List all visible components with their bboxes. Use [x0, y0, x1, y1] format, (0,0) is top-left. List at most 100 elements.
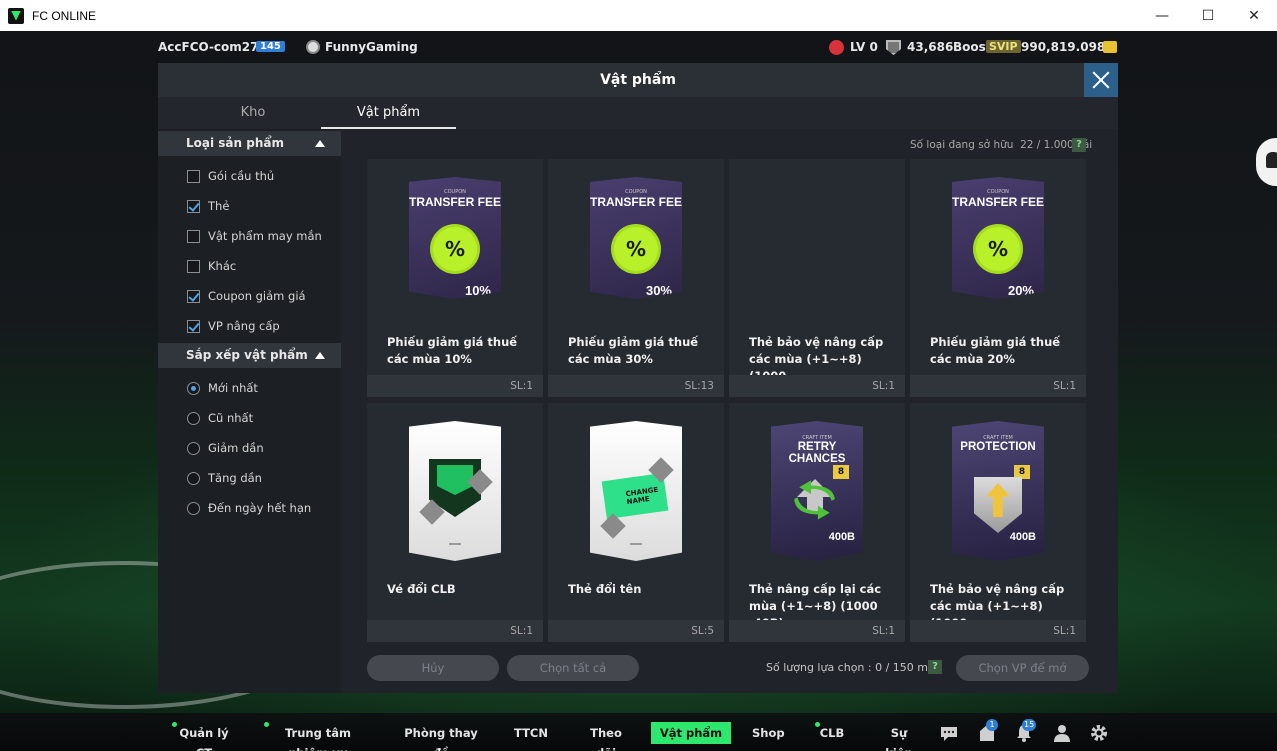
filter-vat-pham-may-man[interactable]: Vật phẩm may mắn — [187, 226, 322, 246]
items-grid: COUPON TRANSFER FEE % 10% Phiếu giảm giá… — [341, 129, 1118, 693]
select-help-icon[interactable]: ? — [928, 660, 942, 674]
checkbox-checked-icon[interactable] — [187, 289, 200, 303]
max-value: 400B — [828, 531, 855, 543]
coupon-percent: 20% — [1007, 283, 1034, 298]
radio-icon[interactable] — [187, 441, 200, 455]
sort-expiry[interactable]: Đến ngày hết hạn — [187, 498, 311, 518]
item-qty: SL:13 — [548, 375, 724, 397]
item-card[interactable]: CRAFT ITEM PROTECTION 8 400B Thẻ bảo vệ … — [910, 403, 1086, 642]
sort-oldest[interactable]: Cũ nhất — [187, 408, 253, 428]
upgrade-level-badge: 8 — [1014, 465, 1030, 479]
window-title: FC ONLINE — [32, 8, 97, 23]
bp-coin-icon — [1103, 41, 1117, 53]
club-emblem-icon — [306, 40, 320, 54]
item-qty: SL:1 — [367, 620, 543, 642]
nav-vat-pham[interactable]: Vật phẩm — [651, 722, 731, 744]
coupon-title: TRANSFER FEE — [409, 195, 502, 209]
open-items-button[interactable]: Chọn VP để mở — [956, 655, 1089, 681]
bottom-nav: Quản lý CT Trung tâm nhiệm vụ Phòng thay… — [0, 713, 1277, 751]
nav-shop[interactable]: Shop — [752, 723, 785, 743]
percent-seal-icon: % — [433, 227, 477, 271]
app-logo-icon — [8, 7, 24, 24]
nav-phong-thay-do[interactable]: Phòng thay đồ — [403, 723, 479, 751]
modal-tabs: Kho Vật phẩm — [158, 97, 1118, 129]
nav-ttcn[interactable]: TTCN — [512, 723, 550, 743]
radio-icon[interactable] — [187, 411, 200, 425]
nav-su-kien[interactable]: Sự kiện — [878, 723, 920, 751]
item-qty: SL:1 — [910, 620, 1086, 642]
rename-card-art: CHANGE NAME — [590, 421, 682, 561]
item-card[interactable]: COUPON TRANSFER FEE % 10% Phiếu giảm giá… — [367, 159, 543, 397]
nav-quan-ly-ct[interactable]: Quản lý CT — [176, 723, 232, 751]
modal-close-button[interactable] — [1084, 63, 1118, 97]
sort-label: Đến ngày hết hạn — [208, 501, 312, 515]
items-modal: Vật phẩm Kho Vật phẩm Loại sản phẩm Gói … — [158, 63, 1118, 693]
profile-icon[interactable] — [1052, 723, 1072, 743]
tab-kho[interactable]: Kho — [203, 97, 303, 129]
svip-badge: SVIP — [986, 40, 1021, 53]
item-card[interactable]: COUPON TRANSFER FEE % 20% Phiếu giảm giá… — [910, 159, 1086, 397]
coupon-title: TRANSFER FEE — [590, 195, 683, 209]
radio-icon[interactable] — [187, 501, 200, 515]
maximize-button[interactable]: ☐ — [1185, 0, 1231, 31]
item-qty: SL:1 — [367, 375, 543, 397]
item-name: Phiếu giảm giá thuế các mùa 10% — [387, 335, 518, 366]
filter-goi-cau-thu[interactable]: Gói cầu thủ — [187, 166, 274, 186]
sort-ascending[interactable]: Tăng dần — [187, 468, 262, 488]
item-qty: SL:5 — [548, 620, 724, 642]
club-transfer-card-art — [409, 421, 501, 561]
select-all-button[interactable]: Chọn tất cả — [507, 655, 639, 681]
filter-khac[interactable]: Khác — [187, 256, 236, 276]
chat-icon[interactable] — [939, 723, 959, 743]
owned-help-icon[interactable]: ? — [1072, 138, 1086, 152]
radio-selected-icon[interactable] — [187, 381, 200, 395]
coupon-card-art: COUPON TRANSFER FEE % 30% — [590, 177, 682, 299]
checkbox-checked-icon[interactable] — [187, 199, 200, 213]
item-name: Vé đổi CLB — [387, 582, 456, 596]
filter-label: Thẻ — [208, 199, 230, 213]
checkbox-icon[interactable] — [187, 259, 200, 273]
nav-theo-doi[interactable]: Theo dõi — [582, 723, 630, 751]
mail-badge: 1 — [986, 719, 998, 731]
modal-title: Vật phẩm — [158, 63, 1118, 97]
club-name: FunnyGaming — [325, 40, 418, 54]
filter-coupon[interactable]: Coupon giảm giá — [187, 286, 306, 306]
sort-descending[interactable]: Giảm dần — [187, 438, 264, 458]
filter-the[interactable]: Thẻ — [187, 196, 229, 216]
item-card[interactable]: CHANGE NAME Thẻ đổi tên SL:5 — [548, 403, 724, 642]
sort-label: Mới nhất — [208, 381, 258, 395]
coupon-card-art: COUPON TRANSFER FEE % 20% — [952, 177, 1044, 299]
item-card[interactable]: CRAFT ITEM RETRY CHANCES 8 400B Thẻ nâng… — [729, 403, 905, 642]
retry-chances-card-art: CRAFT ITEM RETRY CHANCES 8 400B — [771, 421, 863, 561]
sort-header[interactable]: Sắp xếp vật phẩm — [158, 343, 341, 368]
item-card[interactable]: COUPON TRANSFER FEE % 30% Phiếu giảm giá… — [548, 159, 724, 397]
cancel-button[interactable]: Hủy — [367, 655, 499, 681]
nav-clb[interactable]: CLB — [819, 723, 845, 743]
checkbox-icon[interactable] — [187, 229, 200, 243]
product-type-title: Loại sản phẩm — [186, 136, 284, 150]
owned-count: Số loại đang sở hữu 22 / 1.000 cái — [910, 139, 1092, 151]
tab-vat-pham[interactable]: Vật phẩm — [321, 97, 456, 129]
checkbox-icon[interactable] — [187, 169, 200, 183]
item-card[interactable]: Vé đổi CLB SL:1 — [367, 403, 543, 642]
close-window-button[interactable]: ✕ — [1231, 0, 1277, 31]
sort-label: Giảm dần — [208, 441, 264, 455]
filter-vp-nang-cap[interactable]: VP nâng cấp — [187, 316, 280, 336]
selected-count: Số lượng lựa chọn : 0 / 150 món — [766, 661, 942, 674]
settings-gear-icon[interactable] — [1089, 723, 1109, 743]
product-type-header[interactable]: Loại sản phẩm — [158, 131, 341, 156]
checkbox-checked-icon[interactable] — [187, 319, 200, 333]
sort-label: Cũ nhất — [208, 411, 254, 425]
filter-label: Coupon giảm giá — [208, 289, 306, 303]
level-text: LV 0 — [850, 40, 878, 54]
max-value: 400B — [1009, 531, 1036, 543]
item-card[interactable]: Thẻ bảo vệ nâng cấp các mùa (+1~+8)(1000… — [729, 159, 905, 397]
sort-newest[interactable]: Mới nhất — [187, 378, 258, 398]
collapse-icon — [315, 352, 325, 359]
filter-label: Gói cầu thủ — [208, 169, 275, 183]
coupon-percent: 30% — [645, 283, 672, 298]
fc-logo-icon — [449, 543, 461, 551]
minimize-button[interactable]: — — [1139, 0, 1185, 31]
radio-icon[interactable] — [187, 471, 200, 485]
nav-trung-tam-nhiem-vu[interactable]: Trung tâm nhiệm vụ — [268, 723, 368, 751]
